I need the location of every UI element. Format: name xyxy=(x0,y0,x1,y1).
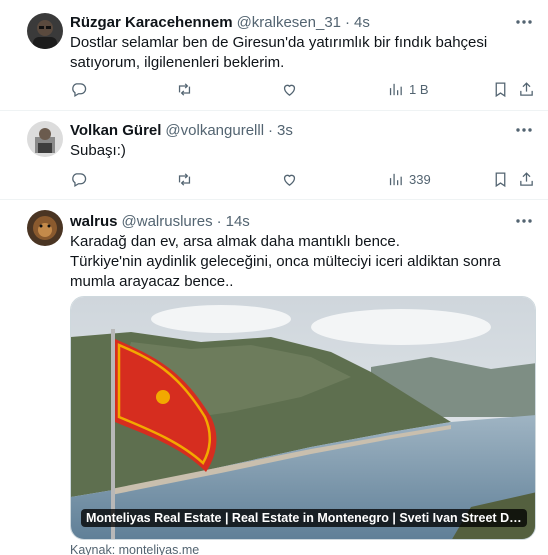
avatar[interactable] xyxy=(27,13,63,49)
action-bar: 339 xyxy=(0,169,548,189)
reply-icon[interactable] xyxy=(70,169,87,189)
author-handle[interactable]: @kralkesen_31 xyxy=(237,14,341,31)
separator-dot: · xyxy=(345,13,351,31)
separator-dot: · xyxy=(268,121,274,139)
tweet-text: Subaşı:) xyxy=(70,142,126,159)
tweet-text-line: Karadağ dan ev, arsa almak daha mantıklı… xyxy=(70,233,400,250)
tweet-header: Volkan Gürel @volkangurelll · 3s xyxy=(70,120,293,140)
author-handle[interactable]: @walruslures xyxy=(122,213,213,230)
avatar[interactable] xyxy=(27,210,63,246)
like-icon[interactable] xyxy=(281,169,298,189)
views-count: 1 B xyxy=(409,81,429,97)
card-image xyxy=(71,297,535,539)
tweet[interactable]: Volkan Gürel @volkangurelll · 3s Subaşı:… xyxy=(0,111,548,200)
retweet-icon[interactable] xyxy=(176,79,193,99)
timestamp[interactable]: 4s xyxy=(354,14,370,31)
link-card[interactable]: Monteliyas Real Estate | Real Estate in … xyxy=(70,296,536,540)
views-button[interactable]: 339 xyxy=(387,169,431,189)
tweet-text: Dostlar selamlar ben de Giresun'da yatır… xyxy=(70,34,488,71)
share-icon[interactable] xyxy=(518,169,535,189)
author-handle[interactable]: @volkangurelll xyxy=(165,122,264,139)
like-icon[interactable] xyxy=(281,79,298,99)
reply-icon[interactable] xyxy=(70,79,87,99)
more-icon[interactable] xyxy=(514,211,534,231)
author-name[interactable]: Rüzgar Karacehennem xyxy=(70,14,233,31)
tweet-text: Karadağ dan ev, arsa almak daha mantıklı… xyxy=(70,232,532,292)
avatar[interactable] xyxy=(27,121,63,157)
views-button[interactable]: 1 B xyxy=(387,79,429,99)
tweet-header: Rüzgar Karacehennem @kralkesen_31 · 4s xyxy=(70,12,370,32)
views-icon xyxy=(389,83,402,95)
card-source[interactable]: Kaynak: monteliyas.me xyxy=(70,543,199,555)
bookmark-icon[interactable] xyxy=(492,169,509,189)
share-icon[interactable] xyxy=(518,79,535,99)
views-count: 339 xyxy=(409,171,431,187)
views-icon xyxy=(389,173,402,185)
retweet-icon[interactable] xyxy=(176,169,193,189)
card-title[interactable]: Monteliyas Real Estate | Real Estate in … xyxy=(81,509,527,527)
bookmark-icon[interactable] xyxy=(492,79,509,99)
separator-dot: · xyxy=(216,212,222,230)
action-bar: 1 B xyxy=(0,79,548,99)
tweet-header: walrus @walruslures · 14s xyxy=(70,211,250,231)
more-icon[interactable] xyxy=(514,12,534,32)
tweet[interactable]: Rüzgar Karacehennem @kralkesen_31 · 4s D… xyxy=(0,0,548,111)
author-name[interactable]: walrus xyxy=(70,213,118,230)
more-icon[interactable] xyxy=(514,120,534,140)
tweet-text-line: Türkiye'nin aydinlik geleceğini, onca mü… xyxy=(70,253,501,290)
timestamp[interactable]: 14s xyxy=(226,213,250,230)
author-name[interactable]: Volkan Gürel xyxy=(70,122,161,139)
timestamp[interactable]: 3s xyxy=(277,122,293,139)
